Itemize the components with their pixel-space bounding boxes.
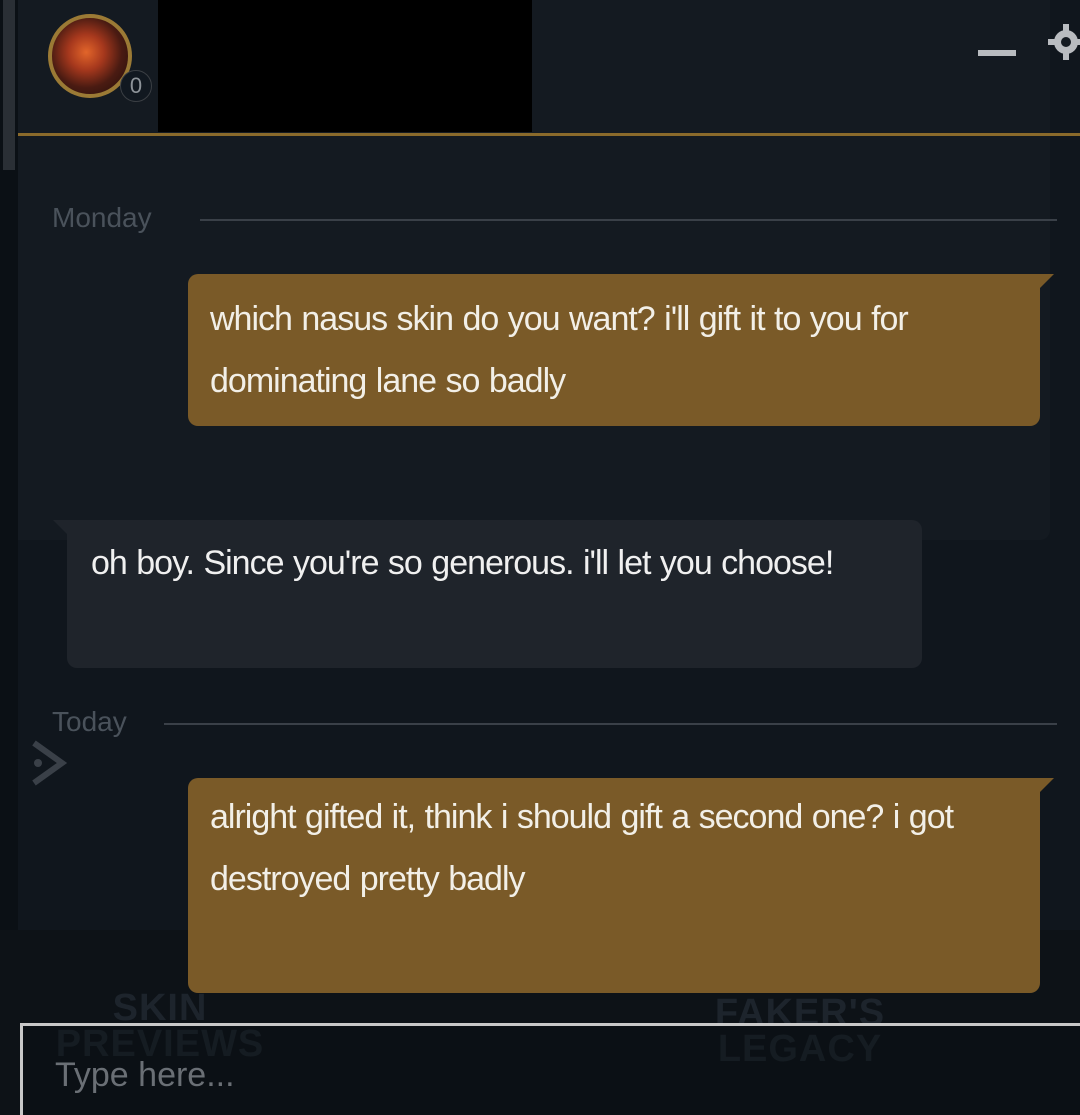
message-bubble-outgoing: which nasus skin do you want? i'll gift … (188, 274, 1054, 426)
message-bubble-outgoing: alright gifted it, think i should gift a… (188, 778, 1054, 993)
divider (164, 723, 1057, 725)
redacted-username (158, 0, 532, 132)
date-separator-monday: Monday (52, 203, 1057, 233)
scrollbar-thumb[interactable] (3, 0, 15, 170)
message-input[interactable] (53, 1048, 957, 1102)
date-separator-today: Today (52, 707, 1057, 737)
minimize-icon[interactable] (978, 50, 1016, 56)
chat-window: SKIN PREVIEWS FAKER'S LEGACY 0 Monday wh… (0, 0, 1080, 1115)
date-label: Today (52, 706, 127, 737)
chevron-right-icon (32, 740, 68, 786)
message-bubble-incoming: oh boy. Since you're so generous. i'll l… (53, 520, 922, 668)
gear-icon[interactable] (1046, 22, 1080, 62)
status-badge: 0 (120, 70, 152, 102)
message-input-container (20, 1023, 1080, 1115)
divider (200, 219, 1057, 221)
date-label: Monday (52, 202, 152, 233)
